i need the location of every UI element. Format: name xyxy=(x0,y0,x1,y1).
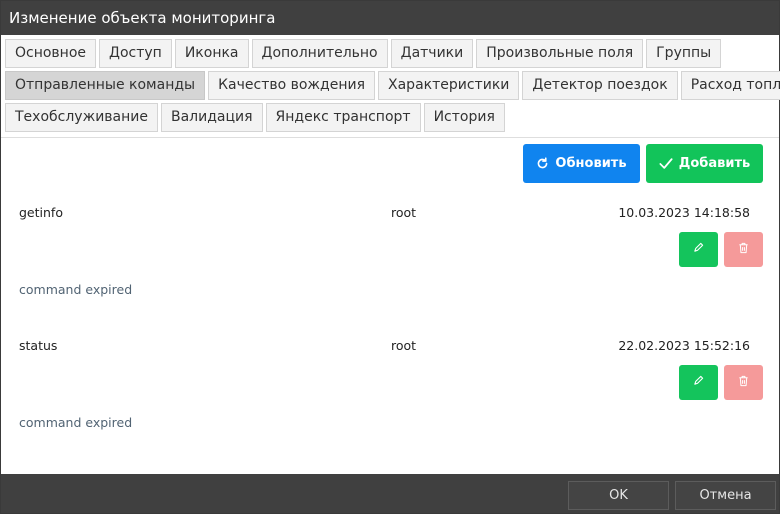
tab-fuel-consumption[interactable]: Расход топлива xyxy=(680,71,780,100)
command-status: command expired xyxy=(19,415,133,430)
tab-driving-quality[interactable]: Качество вождения xyxy=(208,71,376,100)
tab-bar: Основное Доступ Иконка Дополнительно Дат… xyxy=(5,39,780,135)
edit-monitoring-object-dialog: Изменение объекта мониторинга Основное Д… xyxy=(0,0,780,514)
tab-basic[interactable]: Основное xyxy=(5,39,97,68)
ok-button[interactable]: OK xyxy=(568,481,669,510)
command-name: getinfo xyxy=(19,205,63,220)
tab-access[interactable]: Доступ xyxy=(99,39,172,68)
tab-icon[interactable]: Иконка xyxy=(174,39,249,68)
pencil-icon xyxy=(693,242,704,257)
refresh-button[interactable]: Обновить xyxy=(523,144,640,183)
trash-icon xyxy=(738,375,749,391)
dialog-title: Изменение объекта мониторинга xyxy=(1,1,779,35)
edit-button[interactable] xyxy=(679,232,718,267)
tab-groups[interactable]: Группы xyxy=(646,39,722,68)
tab-row-3: Техобслуживание Валидация Яндекс транспо… xyxy=(5,103,775,135)
tab-characteristics[interactable]: Характеристики xyxy=(378,71,520,100)
tab-row-1: Основное Доступ Иконка Дополнительно Дат… xyxy=(5,39,775,71)
command-date: 10.03.2023 14:18:58 xyxy=(618,205,750,220)
tab-yandex-transport[interactable]: Яндекс транспорт xyxy=(265,103,421,132)
refresh-button-label: Обновить xyxy=(555,156,627,171)
add-button[interactable]: Добавить xyxy=(646,144,763,183)
add-button-label: Добавить xyxy=(678,156,751,171)
tab-trip-detector[interactable]: Детектор поездок xyxy=(522,71,678,100)
check-icon xyxy=(659,157,673,170)
pencil-icon xyxy=(693,375,704,390)
tab-sent-commands[interactable]: Отправленные команды xyxy=(5,71,206,100)
tab-validation[interactable]: Валидация xyxy=(161,103,263,132)
command-status: command expired xyxy=(19,282,133,297)
tab-maintenance[interactable]: Техобслуживание xyxy=(5,103,158,132)
delete-button[interactable] xyxy=(724,365,763,400)
cancel-button[interactable]: Отмена xyxy=(675,481,776,510)
trash-icon xyxy=(738,242,749,258)
edit-button[interactable] xyxy=(679,365,718,400)
dialog-footer: OK Отмена xyxy=(1,474,779,513)
command-name: status xyxy=(19,338,58,353)
command-user: root xyxy=(391,338,417,353)
tab-history[interactable]: История xyxy=(423,103,505,132)
tab-custom-fields[interactable]: Произвольные поля xyxy=(476,39,644,68)
tab-sensors[interactable]: Датчики xyxy=(390,39,474,68)
command-user: root xyxy=(391,205,417,220)
tab-row-2: Отправленные команды Качество вождения Х… xyxy=(5,71,780,103)
tab-additional[interactable]: Дополнительно xyxy=(251,39,388,68)
command-date: 22.02.2023 15:52:16 xyxy=(618,338,750,353)
delete-button[interactable] xyxy=(724,232,763,267)
refresh-icon xyxy=(536,157,549,170)
tabs-divider xyxy=(1,137,779,138)
